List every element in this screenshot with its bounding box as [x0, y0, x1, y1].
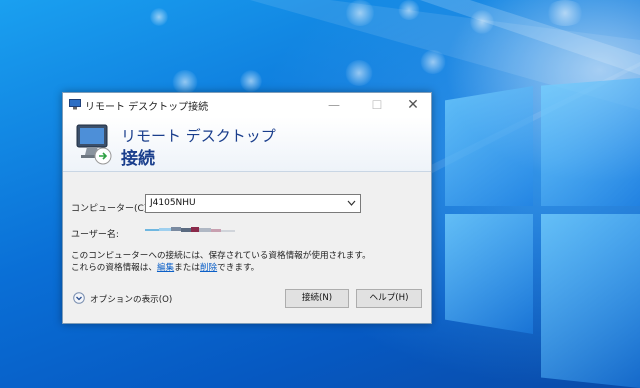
username-label: ユーザー名:: [71, 230, 119, 240]
computer-combobox[interactable]: J4105NHU: [145, 194, 361, 213]
show-options-label[interactable]: オプションの表示(O): [90, 293, 172, 305]
info-text-part3: できます。: [217, 263, 260, 273]
bokeh-light: [398, 0, 420, 20]
computer-value[interactable]: J4105NHU: [150, 198, 196, 208]
titlebar[interactable]: リモート デスクトップ接続 — ☐ ✕: [63, 93, 431, 117]
banner-title-line1: リモート デスクトップ: [121, 127, 276, 145]
expand-circle-icon[interactable]: [73, 292, 85, 304]
edit-credentials-link[interactable]: 編集: [157, 263, 174, 273]
delete-credentials-link[interactable]: 削除: [200, 263, 217, 273]
bokeh-light: [420, 50, 446, 74]
maximize-button[interactable]: ☐: [363, 93, 391, 117]
monitor-icon: [76, 124, 112, 165]
minimize-button[interactable]: —: [320, 93, 348, 117]
credentials-info-text: このコンピューターへの接続には、保存されている資格情報が使用されます。これらの資…: [71, 250, 371, 274]
chevron-down-icon[interactable]: [347, 197, 356, 209]
close-button[interactable]: ✕: [399, 93, 427, 117]
remote-desktop-dialog: リモート デスクトップ接続 — ☐ ✕ リモート デスクトップ 接続 コンピュー…: [62, 92, 432, 324]
bokeh-light: [345, 60, 373, 86]
connect-button[interactable]: 接続(N): [285, 289, 349, 308]
username-value-masked: [145, 227, 235, 232]
bokeh-light: [150, 8, 168, 26]
bokeh-light: [240, 70, 262, 92]
computer-label: コンピューター(C):: [71, 204, 151, 214]
bokeh-light: [172, 70, 198, 94]
help-button[interactable]: ヘルプ(H): [356, 289, 422, 308]
bokeh-light: [545, 0, 585, 26]
remote-desktop-icon: [69, 99, 81, 110]
window-title: リモート デスクトップ接続: [85, 102, 209, 113]
windows-logo: [445, 78, 640, 388]
bokeh-light: [345, 0, 375, 26]
dialog-banner: リモート デスクトップ 接続: [63, 117, 431, 172]
banner-title-line2: 接続: [121, 149, 155, 169]
info-text-part2: または: [174, 263, 200, 273]
bokeh-light: [470, 10, 494, 34]
